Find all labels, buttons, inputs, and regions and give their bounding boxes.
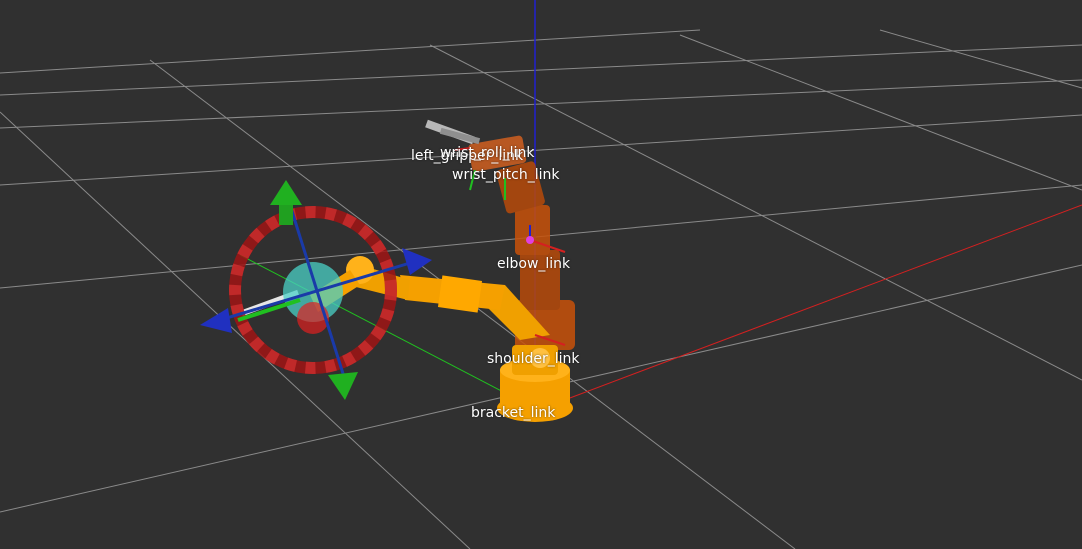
- world-x-axis: [537, 204, 1082, 411]
- x-translate-left-arrow: [200, 308, 232, 333]
- y-translate-up-arrow: [270, 180, 302, 205]
- rviz-3d-viewport[interactable]: left_gripper_link wrist_roll_link wrist_…: [0, 0, 1082, 549]
- scene-canvas[interactable]: [0, 0, 1082, 549]
- y-translate-down-arrow: [328, 372, 358, 400]
